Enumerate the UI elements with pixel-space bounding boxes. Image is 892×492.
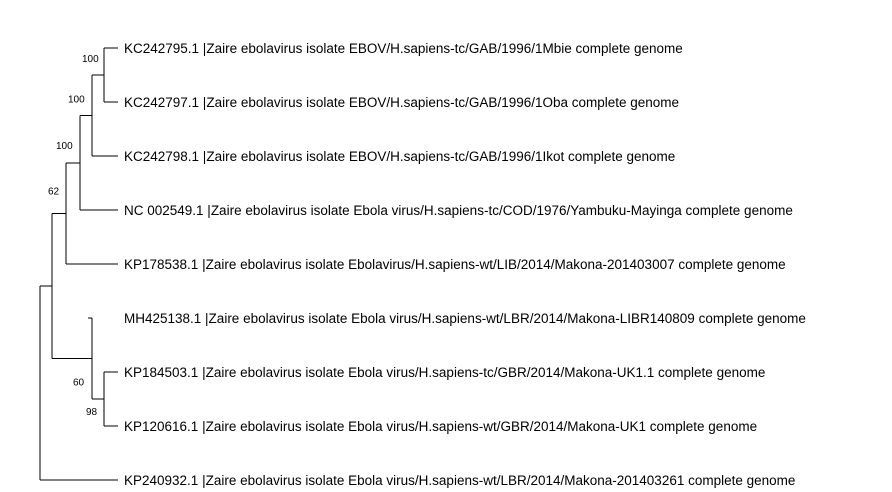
- leaf-label-2: KC242797.1 |Zaire ebolavirus isolate EBO…: [124, 95, 679, 110]
- support-value-d: 62: [48, 186, 60, 197]
- leaf-label-5: KP178538.1 |Zaire ebolavirus isolate Ebo…: [124, 257, 786, 272]
- leaf-label-9: KP240932.1 |Zaire ebolavirus isolate Ebo…: [124, 473, 795, 488]
- leaf-label-8: KP120616.1 |Zaire ebolavirus isolate Ebo…: [124, 419, 757, 434]
- leaf-label-1: KC242795.1 |Zaire ebolavirus isolate EBO…: [124, 41, 683, 56]
- support-value-c: 100: [56, 141, 73, 152]
- leaf-label-4: NC 002549.1 |Zaire ebolavirus isolate Eb…: [124, 203, 793, 218]
- leaf-label-7: KP184503.1 |Zaire ebolavirus isolate Ebo…: [124, 365, 765, 380]
- support-value-a: 100: [82, 54, 99, 65]
- support-value-b: 100: [68, 95, 85, 106]
- leaf-label-3: KC242798.1 |Zaire ebolavirus isolate EBO…: [124, 149, 675, 164]
- support-value-e: 98: [86, 407, 98, 418]
- support-value-f: 60: [73, 378, 85, 389]
- leaf-label-6: MH425138.1 |Zaire ebolavirus isolate Ebo…: [124, 311, 806, 326]
- phylogenetic-tree: KC242795.1 |Zaire ebolavirus isolate EBO…: [39, 41, 806, 488]
